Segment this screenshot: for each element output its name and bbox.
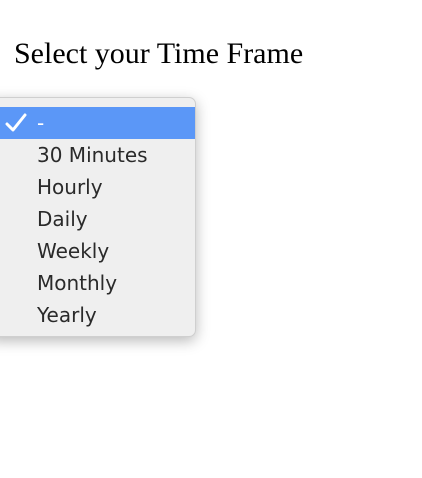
option-label: 30 Minutes [37,143,148,167]
option-label: Hourly [37,175,103,199]
page: Select your Time Frame - 30 Minutes Hour… [0,0,422,478]
option-30-minutes[interactable]: 30 Minutes [0,139,195,171]
option-daily[interactable]: Daily [0,203,195,235]
option-label: Yearly [37,303,97,327]
option-hourly[interactable]: Hourly [0,171,195,203]
option-label: Daily [37,207,88,231]
option-label: Weekly [37,239,110,263]
option-label: - [37,111,45,135]
option-weekly[interactable]: Weekly [0,235,195,267]
checkmark-icon [5,107,27,139]
option-yearly[interactable]: Yearly [0,299,195,331]
option-none[interactable]: - [0,107,195,139]
time-frame-dropdown-menu[interactable]: - 30 Minutes Hourly Daily Weekly Monthly… [0,97,196,337]
option-label: Monthly [37,271,118,295]
option-monthly[interactable]: Monthly [0,267,195,299]
page-title: Select your Time Frame [14,37,304,70]
